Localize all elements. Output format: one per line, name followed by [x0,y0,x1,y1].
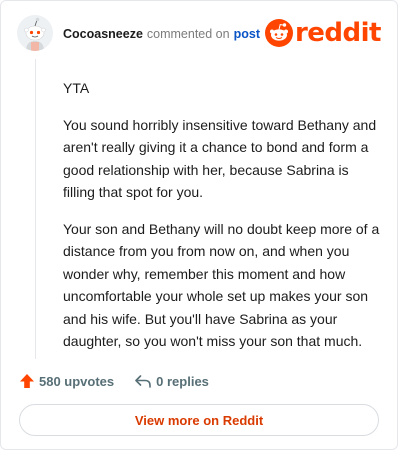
reddit-snoo-icon [264,19,293,47]
comment-card: Cocoasneeze commented on post reddit YTA Y… [0,0,398,450]
upvote-stat[interactable]: 580 upvotes [19,373,114,389]
username[interactable]: Cocoasneeze [63,27,143,41]
snoo-avatar-icon [17,15,53,51]
user-avatar[interactable] [17,15,53,51]
comment-paragraph: YTA [63,80,90,96]
thread-line [35,59,36,359]
upvote-count: 580 upvotes [39,373,115,389]
reddit-wordmark: reddit [294,18,382,48]
comment-action-text: commented on [146,27,230,41]
upvote-arrow-icon[interactable] [19,373,35,389]
reddit-logo[interactable]: reddit [264,18,382,48]
view-more-button[interactable]: View more on Reddit [19,404,379,436]
comment-meta: Cocoasneeze commented on post [63,27,260,41]
post-link[interactable]: post [234,27,260,41]
reply-arrow-icon[interactable] [134,373,152,389]
reply-count: 0 replies [156,373,209,389]
comment-footer: 580 upvotes 0 replies [19,371,379,391]
comment-header: Cocoasneeze commented on post reddit [17,15,382,55]
comment-paragraph: You sound horribly insensitive toward Be… [63,116,377,201]
comment-paragraph: Your son and Bethany will no doubt keep … [63,220,380,350]
comment-body: YTA You sound horribly insensitive towar… [63,77,383,367]
reply-stat[interactable]: 0 replies [134,373,209,389]
